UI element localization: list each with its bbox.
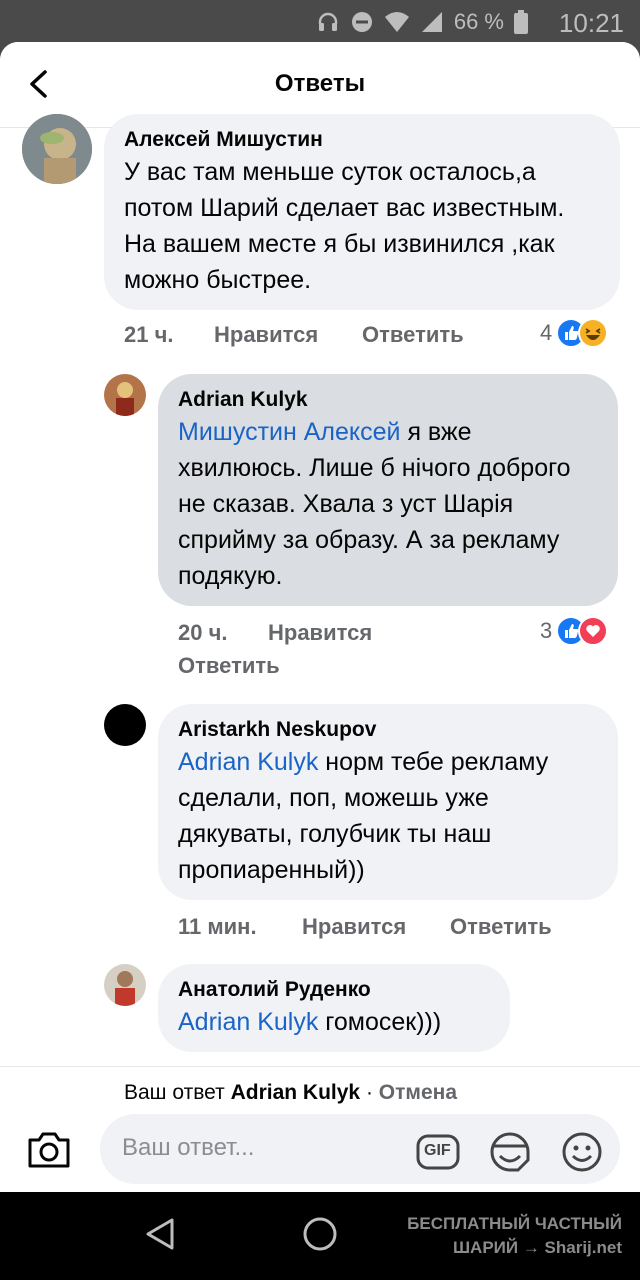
comment-text: Adrian Kulyk норм тебе рекламу сделали, … [178, 748, 549, 884]
watermark-line1: БЕСПЛАТНЫЙ ЧАСТНЫЙ [407, 1214, 622, 1233]
page-title: Ответы [274, 70, 366, 97]
reactions-summary[interactable]: 3 [540, 616, 609, 646]
avatar[interactable] [104, 964, 146, 1006]
gif-icon[interactable]: GIF [416, 1130, 460, 1174]
comment-text: У вас там меньше суток осталось,а потом … [124, 158, 565, 294]
avatar[interactable] [104, 704, 146, 746]
avatar-image [22, 114, 92, 184]
avatar-image [104, 374, 146, 416]
headphones-icon [318, 12, 338, 31]
like-button[interactable]: Нравится [268, 620, 372, 646]
like-button[interactable]: Нравится [302, 914, 406, 940]
separator: · [365, 1081, 373, 1104]
comment-author[interactable]: Adrian Kulyk [178, 386, 598, 414]
reply-target-bar: Ваш ответ Adrian Kulyk · Отмена [0, 1066, 640, 1118]
mention-link[interactable]: Adrian Kulyk [178, 1008, 318, 1036]
replies-sheet: Ответы Алексей Мишустин У вас там меньше… [0, 42, 640, 1192]
battery-icon [514, 10, 528, 34]
comment-author[interactable]: Анатолий Руденко [178, 976, 490, 1004]
mention-link[interactable]: Adrian Kulyk [178, 748, 318, 776]
reaction-count: 4 [540, 320, 553, 345]
comment-composer: Ваш ответ... GIF [0, 1112, 640, 1192]
back-triangle-icon[interactable] [142, 1216, 178, 1252]
comment-bubble[interactable]: Алексей Мишустин У вас там меньше суток … [104, 114, 620, 310]
watermark-line2: ШАРИЙ → Sharij.net [452, 1238, 622, 1257]
sticker-icon[interactable] [488, 1130, 532, 1174]
comment-bubble[interactable]: Анатолий Руденко Adrian Kulyk гомосек))) [158, 964, 510, 1052]
reply-target-name: Adrian Kulyk [230, 1081, 361, 1104]
status-icons: 66 % [316, 9, 528, 35]
comment-time: 21 ч. [124, 322, 174, 347]
camera-icon[interactable] [26, 1130, 72, 1170]
reply-input-placeholder: Ваш ответ... [122, 1134, 255, 1161]
mention-link[interactable]: Мишустин Алексей [178, 418, 401, 446]
reply-prefix: Ваш ответ [124, 1081, 225, 1104]
comment-time: 11 мин. [178, 914, 257, 939]
comment-author[interactable]: Алексей Мишустин [124, 126, 600, 154]
comment-text: Мишустин Алексей я вже хвилююсь. Лише б … [178, 418, 571, 590]
clock: 10:21 [558, 8, 624, 38]
home-circle-icon[interactable] [302, 1216, 338, 1252]
reply-input[interactable]: Ваш ответ... GIF [100, 1114, 620, 1184]
like-button[interactable]: Нравится [214, 322, 318, 348]
reply-button[interactable]: Ответить [450, 914, 552, 940]
comment-time: 20 ч. [178, 620, 228, 645]
do-not-disturb-icon [351, 12, 372, 32]
avatar-image [104, 964, 146, 1006]
avatar[interactable] [22, 114, 92, 184]
emoji-icon[interactable] [560, 1130, 604, 1174]
comment-bubble-highlighted[interactable]: Adrian Kulyk Мишустин Алексей я вже хвил… [158, 374, 618, 606]
watermark: БЕСПЛАТНЫЙ ЧАСТНЫЙ ШАРИЙ → Sharij.net [407, 1212, 622, 1260]
comment-text: Adrian Kulyk гомосек))) [178, 1008, 442, 1036]
reply-button[interactable]: Ответить [362, 322, 464, 348]
avatar[interactable] [104, 374, 146, 416]
status-bar: 66 % 10:21 [0, 0, 640, 42]
reaction-count: 3 [540, 618, 553, 643]
wifi-icon [384, 12, 409, 32]
android-nav-bar: БЕСПЛАТНЫЙ ЧАСТНЫЙ ШАРИЙ → Sharij.net [0, 1192, 640, 1280]
reactions-summary[interactable]: 4 [540, 318, 609, 348]
love-reaction-icon [578, 616, 609, 646]
reply-button[interactable]: Ответить [178, 653, 280, 679]
battery-percent: 66 % [453, 9, 504, 34]
cancel-reply-button[interactable]: Отмена [379, 1081, 457, 1104]
gif-label: GIF [424, 1142, 451, 1159]
comment-author[interactable]: Aristarkh Neskupov [178, 716, 598, 744]
signal-icon [421, 12, 442, 32]
haha-reaction-icon [578, 318, 609, 348]
comment-bubble[interactable]: Aristarkh Neskupov Adrian Kulyk норм теб… [158, 704, 618, 900]
